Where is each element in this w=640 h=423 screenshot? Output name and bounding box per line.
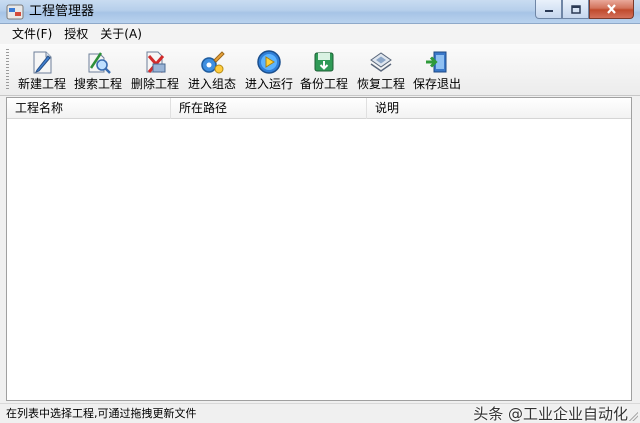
status-text: 在列表中选择工程,可通过拖拽更新文件	[6, 407, 197, 420]
configure-icon	[201, 51, 225, 74]
app-icon	[6, 4, 24, 20]
save-exit-icon	[426, 51, 447, 73]
resize-grip[interactable]	[628, 411, 638, 421]
enter-config-label: 进入组态	[187, 77, 236, 91]
minimize-icon	[544, 10, 553, 12]
toolbar: 新建工程 搜索工程 删除工程 进入组态 进入运行 备份工程 恢复工程 保存退出	[0, 44, 640, 96]
project-list[interactable]: 工程名称 所在路径 说明	[6, 97, 632, 401]
enter-run-label: 进入运行	[244, 77, 293, 91]
column-path[interactable]: 所在路径	[171, 98, 367, 119]
delete-project-label: 删除工程	[130, 77, 179, 91]
column-project-name[interactable]: 工程名称	[7, 98, 171, 119]
status-bar: 在列表中选择工程,可通过拖拽更新文件 头条 @工业企业自动化	[0, 403, 640, 423]
restore-project-button[interactable]: 恢复工程	[353, 46, 409, 94]
menu-file[interactable]: 文件(F)	[6, 24, 58, 44]
menu-about[interactable]: 关于(A)	[94, 24, 148, 44]
delete-project-icon	[146, 51, 166, 73]
save-exit-button[interactable]: 保存退出	[409, 46, 465, 94]
new-project-label: 新建工程	[17, 77, 66, 91]
new-project-button[interactable]: 新建工程	[14, 46, 70, 94]
caption-buttons	[535, 0, 634, 19]
save-exit-label: 保存退出	[412, 77, 461, 91]
backup-project-label: 备份工程	[299, 77, 348, 91]
search-project-button[interactable]: 搜索工程	[70, 46, 126, 94]
search-project-label: 搜索工程	[73, 77, 122, 91]
column-description[interactable]: 说明	[367, 98, 631, 119]
project-manager-window: 工程管理器 文件(F) 授权 关于(A) 新建工程 搜索工程 删除工程 进入组态…	[0, 0, 640, 423]
title-bar[interactable]: 工程管理器	[0, 0, 640, 24]
maximize-icon	[570, 4, 581, 14]
maximize-button[interactable]	[562, 0, 589, 19]
new-project-icon	[33, 51, 52, 74]
run-icon	[257, 50, 281, 74]
backup-icon	[314, 52, 334, 72]
search-project-icon	[88, 52, 111, 74]
toolbar-grip[interactable]	[6, 49, 9, 91]
list-header: 工程名称 所在路径 说明	[7, 98, 631, 119]
restore-project-label: 恢复工程	[356, 77, 405, 91]
menu-bar: 文件(F) 授权 关于(A)	[0, 24, 640, 44]
backup-project-button[interactable]: 备份工程	[296, 46, 352, 94]
restore-icon	[370, 52, 392, 72]
enter-run-button[interactable]: 进入运行	[241, 46, 297, 94]
delete-project-button[interactable]: 删除工程	[127, 46, 183, 94]
window-title: 工程管理器	[29, 4, 95, 19]
watermark: 头条 @工业企业自动化	[473, 405, 628, 423]
close-icon	[607, 4, 616, 14]
close-button[interactable]	[589, 0, 634, 19]
enter-config-button[interactable]: 进入组态	[184, 46, 240, 94]
menu-license[interactable]: 授权	[58, 24, 94, 44]
minimize-button[interactable]	[535, 0, 562, 19]
